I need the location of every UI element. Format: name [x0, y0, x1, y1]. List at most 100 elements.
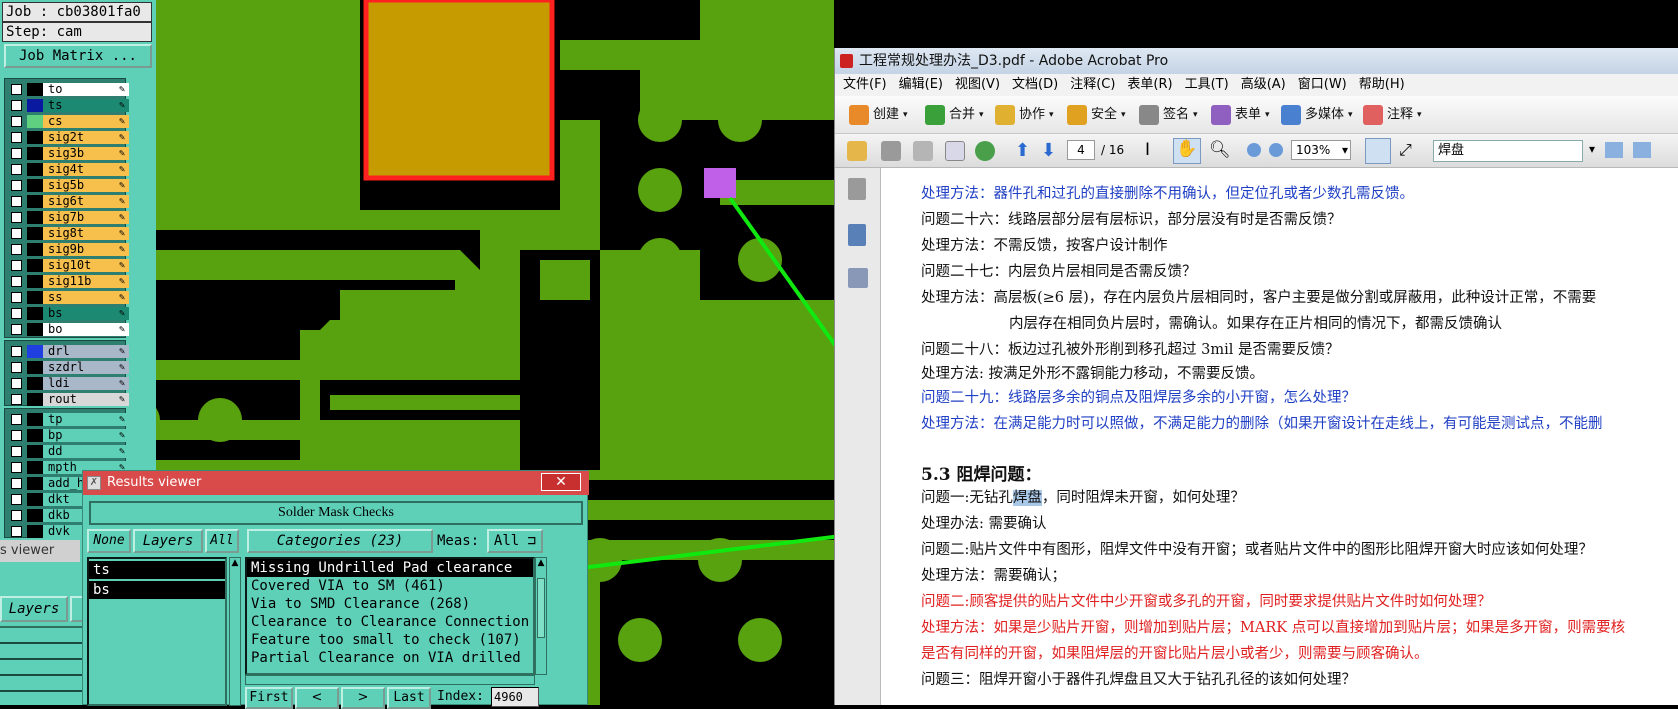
layer-checkbox[interactable]	[11, 446, 22, 457]
print-icon[interactable]	[881, 141, 901, 161]
find-next-icon[interactable]	[1633, 142, 1651, 158]
bookmarks-icon[interactable]	[848, 224, 866, 246]
scroll-up-icon[interactable]: ▲	[536, 558, 546, 568]
all-button[interactable]: All	[205, 529, 239, 553]
zoom-field[interactable]: 103% ▾	[1291, 140, 1351, 160]
menu-item[interactable]: 窗口(W)	[1298, 77, 1347, 92]
layer-checkbox[interactable]	[11, 212, 22, 223]
layer-row-sig4t[interactable]: sig4t ✎	[7, 162, 129, 177]
menu-item[interactable]: 文件(F)	[843, 77, 887, 92]
layer-checkbox[interactable]	[11, 308, 22, 319]
results-viewer-titlebar[interactable]: ✗ Results viewer	[83, 471, 589, 495]
layer-row-ss[interactable]: ss ✎	[7, 290, 129, 305]
toolbar-button[interactable]: 多媒体 ▾	[1281, 104, 1353, 126]
index-field[interactable]: 4960	[491, 687, 539, 707]
layer-checkbox[interactable]	[11, 324, 22, 335]
layer-checkbox[interactable]	[11, 494, 22, 505]
category-item[interactable]: Feature too small to check (107)	[247, 631, 533, 649]
scroll-up-icon[interactable]: ▲	[230, 558, 240, 568]
zoom-in-icon[interactable]	[1269, 143, 1283, 157]
layer-checkbox[interactable]	[11, 196, 22, 207]
zoom-out-icon[interactable]	[1247, 143, 1261, 157]
categories-list[interactable]: Missing Undrilled Pad clearance Covered V…	[245, 557, 535, 675]
toolbar-button[interactable]: 注释 ▾	[1363, 104, 1422, 126]
layer-row-bs[interactable]: bs ✎	[7, 306, 129, 321]
pages-icon[interactable]	[848, 178, 866, 200]
scroll-thumb[interactable]	[537, 578, 545, 638]
menu-item[interactable]: 编辑(E)	[899, 77, 943, 92]
layer-row-sig2t[interactable]: sig2t ✎	[7, 130, 129, 145]
signatures-icon[interactable]	[848, 268, 868, 288]
toolbar-button[interactable]: 表单 ▾	[1211, 104, 1270, 126]
first-button[interactable]: First	[245, 687, 293, 709]
layer-checkbox[interactable]	[11, 414, 22, 425]
layer-row-tp[interactable]: tp ✎	[7, 412, 129, 427]
layer-row-szdrl[interactable]: szdrl ✎	[7, 360, 129, 375]
page-number-field[interactable]: 4	[1067, 140, 1095, 160]
toolbar-button[interactable]: 协作 ▾	[995, 104, 1054, 126]
toolbar-button[interactable]: 签名 ▾	[1139, 104, 1198, 126]
menu-item[interactable]: 表单(R)	[1127, 77, 1172, 92]
layer-row-sig11b[interactable]: sig11b ✎	[7, 274, 129, 289]
layer-row-sig10t[interactable]: sig10t ✎	[7, 258, 129, 273]
menu-item[interactable]: 高级(A)	[1241, 77, 1286, 92]
hand-tool-icon[interactable]: ✋	[1173, 138, 1201, 164]
menu-item[interactable]: 帮助(H)	[1359, 77, 1405, 92]
find-field[interactable]: 焊盘	[1433, 140, 1583, 162]
layer-checkbox[interactable]	[11, 510, 22, 521]
category-item[interactable]: Missing Undrilled Pad clearance	[247, 559, 533, 577]
arrow-up-icon[interactable]: ⬆	[1015, 140, 1030, 161]
save-icon[interactable]	[913, 141, 933, 161]
layer-checkbox[interactable]	[11, 394, 22, 405]
layer-checkbox[interactable]	[11, 148, 22, 159]
layer-checkbox[interactable]	[11, 84, 22, 95]
layer-row-sig3b[interactable]: sig3b ✎	[7, 146, 129, 161]
layer-row-sig5b[interactable]: sig5b ✎	[7, 178, 129, 193]
layer-row-dd[interactable]: dd ✎	[7, 444, 129, 459]
arrow-down-icon[interactable]: ⬇	[1041, 140, 1056, 161]
layer-row-sig9b[interactable]: sig9b ✎	[7, 242, 129, 257]
fit-page-icon[interactable]	[1365, 138, 1391, 164]
category-item[interactable]: Covered VIA to SM (461)	[247, 577, 533, 595]
layer-checkbox[interactable]	[11, 260, 22, 271]
layer-checkbox[interactable]	[11, 346, 22, 357]
select-tool-icon[interactable]: I	[1145, 140, 1150, 160]
close-icon[interactable]: ✕	[541, 473, 581, 491]
toolbar-button[interactable]: 合并 ▾	[925, 104, 984, 126]
layer-row-drl[interactable]: drl ✎	[7, 344, 129, 359]
layer-checkbox[interactable]	[11, 116, 22, 127]
layer-checkbox[interactable]	[11, 180, 22, 191]
layer-row-sig7b[interactable]: sig7b ✎	[7, 210, 129, 225]
layer-row-rout[interactable]: rout ✎	[7, 392, 129, 407]
layer-row-bp[interactable]: bp ✎	[7, 428, 129, 443]
menu-item[interactable]: 文档(D)	[1012, 77, 1058, 92]
find-prev-icon[interactable]	[1605, 142, 1623, 158]
layer-checkbox[interactable]	[11, 164, 22, 175]
menu-item[interactable]: 视图(V)	[955, 77, 1000, 92]
category-item[interactable]: Partial Clearance on VIA drilled	[247, 649, 533, 667]
layers-scrollbar[interactable]: ▲	[229, 557, 241, 706]
layer-row-sig8t[interactable]: sig8t ✎	[7, 226, 129, 241]
web-icon[interactable]	[975, 141, 995, 161]
layer-checkbox[interactable]	[11, 462, 22, 473]
layer-row-bo[interactable]: bo ✎	[7, 322, 129, 337]
layer-checkbox[interactable]	[11, 292, 22, 303]
horizontal-scrollbar[interactable]	[245, 675, 535, 685]
chevron-down-icon[interactable]: ▾	[1342, 141, 1350, 159]
layer-checkbox[interactable]	[11, 100, 22, 111]
fit-width-icon[interactable]: ⤢	[1399, 140, 1412, 160]
categories-scrollbar[interactable]: ▲	[535, 557, 547, 675]
layer-row-to[interactable]: to ✎	[7, 82, 129, 97]
category-item[interactable]: Clearance to Clearance Connection	[247, 613, 533, 631]
toolbar-button[interactable]: 安全 ▾	[1067, 104, 1126, 126]
categories-button[interactable]: Categories (23)	[247, 529, 433, 553]
toolbar-button[interactable]: 创建 ▾	[849, 104, 908, 126]
none-button[interactable]: None	[87, 529, 131, 553]
layers-list[interactable]: ts bs	[87, 557, 227, 706]
layer-checkbox[interactable]	[11, 132, 22, 143]
layers-button[interactable]: Layers	[133, 529, 203, 553]
layer-row-ts[interactable]: ts ✎	[7, 98, 129, 113]
email-icon[interactable]	[945, 141, 965, 161]
layer-list-item[interactable]: bs	[89, 581, 225, 599]
layers-tab[interactable]: Layers	[0, 596, 68, 622]
